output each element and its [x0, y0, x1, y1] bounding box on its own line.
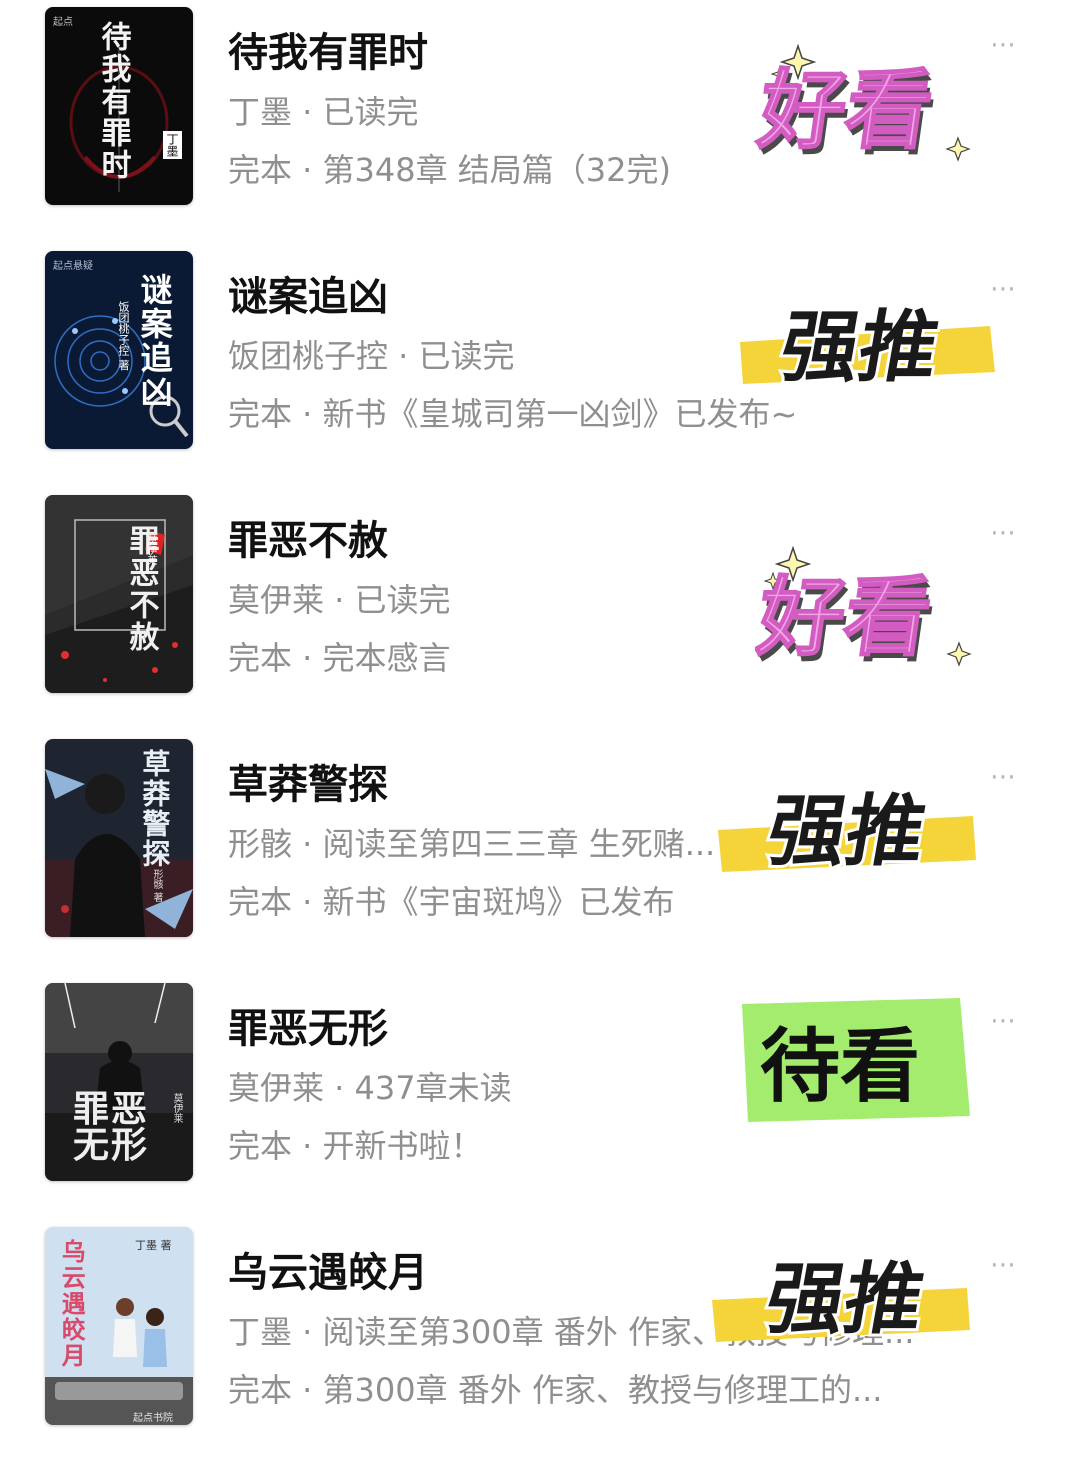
- sticker-art: 强推: [712, 1251, 970, 1348]
- book-author-progress: 莫伊莱 · 437章未读: [228, 1069, 512, 1107]
- book-status: 完本 · 新书《皇城司第一凶剑》已发布~: [228, 395, 798, 433]
- cover-author: 丁墨 著: [135, 1239, 172, 1252]
- sparkle-icon: 好看 好看: [751, 43, 971, 167]
- book-title[interactable]: 谜案追凶: [228, 264, 388, 322]
- book-item[interactable]: 罪恶不赦 莫伊莱 罪恶不赦 莫伊莱 · 已读完 完本 · 完本感言 好看 好看 …: [0, 488, 1080, 732]
- book-status: 完本 · 完本感言: [228, 639, 451, 677]
- sticker-label: 强推: [761, 786, 933, 877]
- cover-author: 莫伊莱: [171, 1093, 182, 1123]
- cover-title: 待我有罪时: [95, 21, 131, 181]
- sticker-label: 待看: [760, 1020, 920, 1113]
- book-title[interactable]: 罪恶不赦: [228, 508, 388, 566]
- book-item[interactable]: 乌云遇皎月 丁墨 著 起点书院 乌云遇皎月 丁墨 · 阅读至第300章 番外 作…: [0, 1220, 1080, 1464]
- sticker-art: 待看: [742, 998, 970, 1122]
- sticker-badge: 强推: [712, 1238, 977, 1358]
- book-cover[interactable]: 起点 待我有罪时 丁墨: [45, 7, 193, 205]
- book-item[interactable]: 起点 待我有罪时 丁墨 待我有罪时 丁墨 · 已读完 完本 · 第348章 结局…: [0, 0, 1080, 244]
- more-options-icon[interactable]: ⋯: [990, 518, 1017, 548]
- sticker-badge: 强推: [718, 768, 983, 888]
- book-status: 完本 · 新书《宇宙斑鸠》已发布: [228, 883, 675, 921]
- cover-author: 莫伊莱: [145, 535, 156, 565]
- cover-publisher: 起点悬疑: [53, 261, 93, 272]
- book-title[interactable]: 罪恶无形: [228, 996, 388, 1054]
- more-options-icon[interactable]: ⋯: [990, 1006, 1017, 1036]
- book-cover[interactable]: 罪恶无形 莫伊莱: [45, 983, 193, 1181]
- cover-publisher: 起点书院: [133, 1413, 173, 1424]
- book-title[interactable]: 待我有罪时: [228, 20, 428, 78]
- more-options-icon[interactable]: ⋯: [990, 274, 1017, 304]
- book-cover[interactable]: 草莽警探 形骸 著: [45, 739, 193, 937]
- sticker-label: 强推: [774, 302, 946, 393]
- book-status: 完本 · 第348章 结局篇（32完): [228, 151, 671, 189]
- sticker-badge: 好看 好看: [749, 543, 995, 674]
- book-cover[interactable]: 起点悬疑 谜案追凶 饭团桃子控 著: [45, 251, 193, 449]
- sticker-badge: 强推: [735, 284, 1000, 404]
- book-author-progress: 莫伊莱 · 已读完: [228, 581, 451, 619]
- sticker-badge: 待看: [738, 994, 978, 1129]
- more-options-icon[interactable]: ⋯: [990, 1250, 1017, 1280]
- more-options-icon[interactable]: ⋯: [990, 30, 1017, 60]
- book-status: 完本 · 第300章 番外 作家、教授与修理工的...: [228, 1371, 883, 1409]
- book-item[interactable]: 草莽警探 形骸 著 草莽警探 形骸 · 阅读至第四三三章 生死赌... 完本 ·…: [0, 732, 1080, 976]
- cover-art: [45, 495, 193, 693]
- book-cover[interactable]: 罪恶不赦 莫伊莱: [45, 495, 193, 693]
- book-author-progress: 丁墨 · 已读完: [228, 93, 419, 131]
- sticker-label: 强推: [759, 1254, 931, 1345]
- book-author-progress: 饭团桃子控 · 已读完: [228, 337, 515, 375]
- book-title[interactable]: 草莽警探: [228, 752, 388, 810]
- book-status: 完本 · 开新书啦！: [228, 1127, 483, 1165]
- sticker-art: 强推: [718, 783, 976, 880]
- cover-title: 谜案追凶: [135, 273, 174, 409]
- book-item[interactable]: 起点悬疑 谜案追凶 饭团桃子控 著 谜案追凶 饭团桃子控 · 已读完 完本 · …: [0, 244, 1080, 488]
- sticker-label: 好看: [752, 61, 939, 161]
- sticker-label: 好看: [755, 568, 937, 668]
- book-author-progress: 形骸 · 阅读至第四三三章 生死赌...: [228, 825, 716, 863]
- more-options-icon[interactable]: ⋯: [990, 762, 1017, 792]
- cover-title: 乌云遇皎月: [57, 1239, 87, 1369]
- cover-author: 形骸 著: [151, 869, 162, 903]
- sticker-art: 强推: [740, 299, 995, 396]
- book-title[interactable]: 乌云遇皎月: [228, 1240, 428, 1298]
- sparkle-icon: 好看 好看: [749, 545, 972, 674]
- book-item[interactable]: 罪恶无形 莫伊莱 罪恶无形 莫伊莱 · 437章未读 完本 · 开新书啦！ 待看…: [0, 976, 1080, 1220]
- cover-title: 罪恶无形: [73, 1088, 150, 1166]
- cover-publisher: 起点: [53, 17, 73, 28]
- cover-author: 饭团桃子控 著: [117, 301, 130, 371]
- sticker-badge: 好看 好看: [750, 38, 990, 167]
- cover-author: 丁墨: [163, 131, 182, 159]
- book-cover[interactable]: 乌云遇皎月 丁墨 著 起点书院: [45, 1227, 193, 1425]
- cover-title: 草莽警探: [138, 749, 172, 869]
